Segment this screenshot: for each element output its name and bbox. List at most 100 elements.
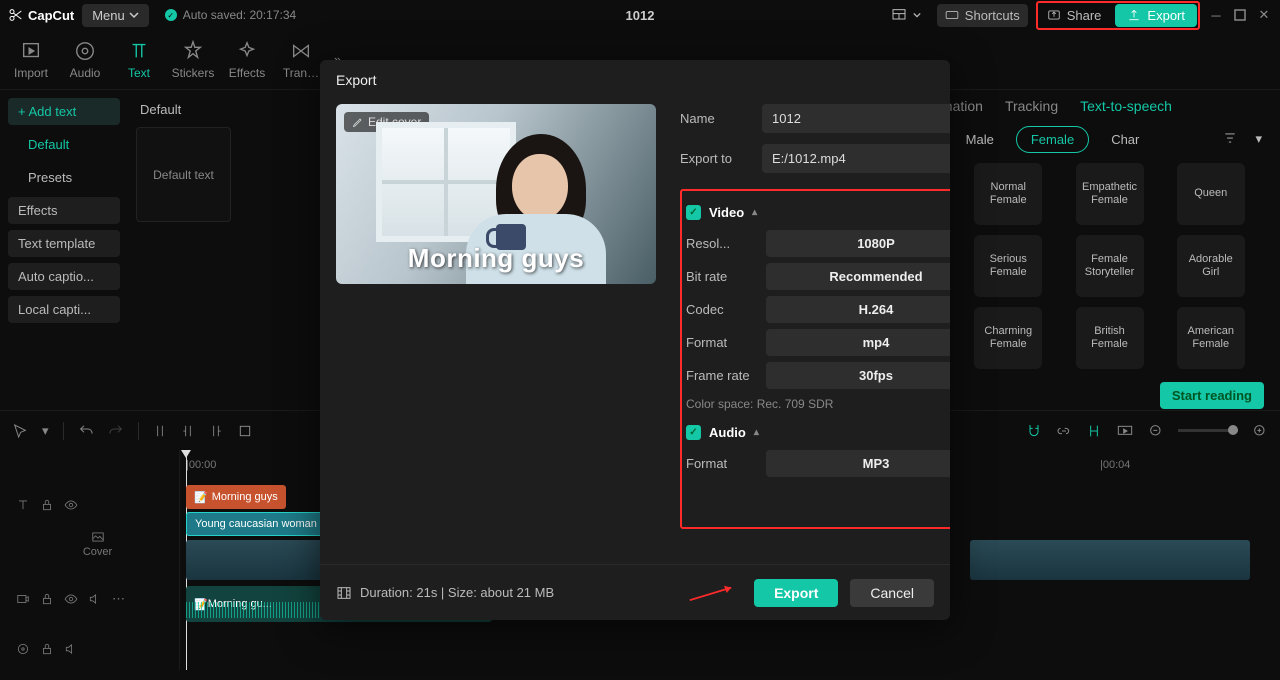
pencil-icon (352, 116, 364, 128)
chip-female[interactable]: Female (1016, 126, 1089, 153)
rtab-tts[interactable]: Text-to-speech (1080, 98, 1172, 114)
keyboard-icon (945, 8, 959, 22)
resolution-label: Resol... (686, 236, 766, 251)
name-input[interactable] (762, 104, 950, 133)
close-button[interactable]: ✕ (1256, 7, 1272, 23)
ruler-tick: |00:00 (186, 459, 216, 471)
lock-icon[interactable] (40, 592, 54, 606)
tab-text[interactable]: Text (112, 40, 166, 80)
format-select[interactable]: mp4▾ (766, 329, 950, 356)
bitrate-select[interactable]: Recommended▾ (766, 263, 950, 290)
cover-track-head[interactable]: Cover (0, 530, 179, 580)
nav-default[interactable]: Default (8, 131, 120, 158)
exportto-input[interactable] (762, 144, 950, 173)
tab-stickers[interactable]: Stickers (166, 40, 220, 80)
nav-presets[interactable]: Presets (8, 164, 120, 191)
snap-icon[interactable] (1086, 423, 1102, 439)
shortcuts-button[interactable]: Shortcuts (937, 4, 1028, 27)
fps-select[interactable]: 30fps▾ (766, 362, 950, 389)
video-checkbox[interactable]: ✓ (686, 205, 701, 220)
arrow-icon (688, 581, 742, 605)
voice-card[interactable]: Adorable Girl (1177, 235, 1245, 297)
chevron-down-icon (913, 11, 921, 19)
share-button[interactable]: Share (1039, 4, 1110, 27)
project-title: 1012 (626, 8, 655, 23)
video-section-head[interactable]: ✓ Video ▴ (686, 205, 950, 220)
voice-card[interactable]: Female Storyteller (1076, 235, 1144, 297)
undo-icon[interactable] (78, 423, 94, 439)
text-clip-2[interactable]: Young caucasian woman (186, 512, 332, 536)
voice-card[interactable]: American Female (1177, 307, 1245, 369)
image-icon (91, 530, 105, 544)
nav-effects[interactable]: Effects (8, 197, 120, 224)
video-clip-b[interactable] (970, 540, 1250, 580)
tab-audio[interactable]: Audio (58, 40, 112, 80)
eye-icon[interactable] (64, 592, 78, 606)
menu-button[interactable]: Menu (82, 4, 149, 27)
dropdown-icon[interactable]: ▾ (1249, 127, 1268, 152)
filter-icon[interactable] (1217, 127, 1243, 152)
stickers-icon (182, 40, 204, 62)
crop-select-icon[interactable] (237, 423, 253, 439)
voice-card[interactable]: Empathetic Female (1076, 163, 1144, 225)
link-icon[interactable] (1056, 423, 1072, 439)
zoom-slider[interactable] (1178, 429, 1238, 432)
app-logo: CapCut (8, 7, 74, 23)
mute-icon[interactable] (64, 642, 78, 656)
modal-title: Export (320, 60, 950, 100)
cursor-icon[interactable] (12, 423, 28, 439)
export-button[interactable]: Export (1115, 4, 1197, 27)
voice-card[interactable]: British Female (1076, 307, 1144, 369)
cursor-dd[interactable]: ▾ (42, 423, 49, 439)
more-icon[interactable]: ⋯ (112, 591, 125, 607)
codec-select[interactable]: H.264▾ (766, 296, 950, 323)
lock-icon[interactable] (40, 642, 54, 656)
voice-card[interactable]: Queen (1177, 163, 1245, 225)
trim-left-icon[interactable] (181, 423, 195, 439)
format-label: Format (686, 335, 766, 350)
film-icon (336, 585, 352, 601)
nav-text-template[interactable]: Text template (8, 230, 120, 257)
minimize-button[interactable]: ─ (1208, 7, 1224, 23)
tab-effects[interactable]: Effects (220, 40, 274, 80)
nav-local-captions[interactable]: Local capti... (8, 296, 120, 323)
cover-preview: Edit cover Morning guys (336, 104, 656, 284)
tab-import[interactable]: Import (4, 40, 58, 80)
modal-footer: Duration: 21s | Size: about 21 MB Export… (320, 564, 950, 620)
check-icon: ✓ (165, 9, 177, 21)
rtab-tracking[interactable]: Tracking (1005, 98, 1058, 114)
redo-icon[interactable] (108, 423, 124, 439)
aformat-select[interactable]: MP3▾ (766, 450, 950, 477)
voice-card[interactable]: Serious Female (974, 235, 1042, 297)
split-icon[interactable] (153, 423, 167, 439)
text-icon (16, 498, 30, 512)
eye-icon[interactable] (64, 498, 78, 512)
trim-right-icon[interactable] (209, 423, 223, 439)
voice-card[interactable]: Normal Female (974, 163, 1042, 225)
layout-button[interactable] (883, 3, 929, 27)
add-text-button[interactable]: Add text (8, 98, 120, 125)
text-clip[interactable]: 📝 Morning guys (186, 485, 286, 509)
audio-checkbox[interactable]: ✓ (686, 425, 701, 440)
nav-auto-captions[interactable]: Auto captio... (8, 263, 120, 290)
voice-card[interactable]: Charming Female (974, 307, 1042, 369)
default-text-thumb[interactable]: Default text (136, 127, 231, 222)
maximize-button[interactable] (1232, 7, 1248, 23)
zoom-out-icon[interactable] (1148, 423, 1164, 439)
modal-export-button[interactable]: Export (754, 579, 838, 607)
resolution-select[interactable]: 1080P▾ (766, 230, 950, 257)
mute-icon[interactable] (88, 592, 102, 606)
lock-icon[interactable] (40, 498, 54, 512)
start-reading-button[interactable]: Start reading (1160, 382, 1264, 409)
name-label: Name (680, 111, 754, 126)
duration-info: Duration: 21s | Size: about 21 MB (336, 585, 554, 601)
chevron-down-icon (129, 10, 139, 20)
modal-cancel-button[interactable]: Cancel (850, 579, 934, 607)
chip-male[interactable]: Male (952, 127, 1008, 152)
preview-icon[interactable] (1116, 423, 1134, 439)
audio-track-head (0, 624, 179, 674)
audio-section-head[interactable]: ✓ Audio ▴ (686, 425, 950, 440)
magnet-icon[interactable] (1026, 423, 1042, 439)
chip-char[interactable]: Char (1097, 127, 1153, 152)
zoom-in-icon[interactable] (1252, 423, 1268, 439)
